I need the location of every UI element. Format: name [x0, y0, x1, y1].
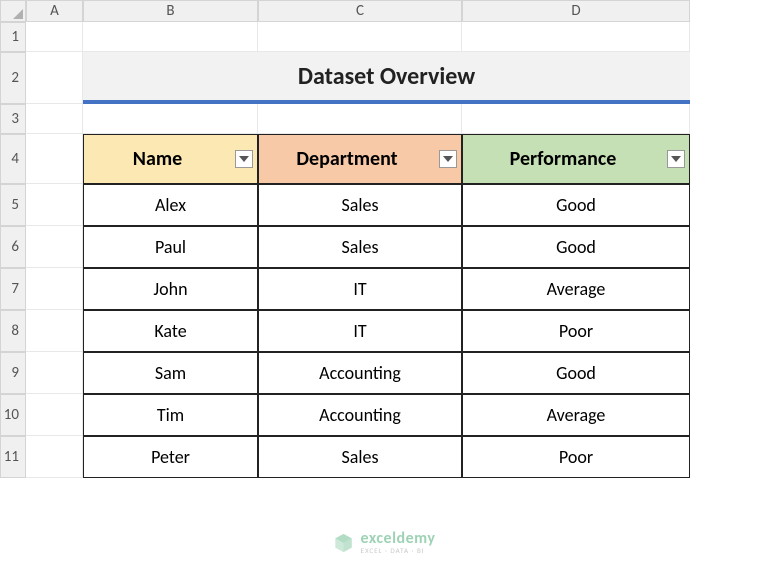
table-cell[interactable]: John [83, 268, 258, 310]
table-cell[interactable]: Average [462, 268, 690, 310]
watermark-main: exceldemy [361, 531, 436, 547]
cell[interactable] [26, 226, 83, 268]
cell[interactable] [83, 22, 258, 52]
table-cell[interactable]: Sam [83, 352, 258, 394]
chevron-down-icon [239, 156, 249, 162]
cell[interactable] [26, 268, 83, 310]
header-label: Department [296, 147, 397, 171]
table-cell[interactable]: Peter [83, 436, 258, 478]
table-cell[interactable]: Good [462, 226, 690, 268]
cell[interactable] [83, 104, 258, 134]
row-header-7[interactable]: 7 [0, 268, 26, 310]
row-header-6[interactable]: 6 [0, 226, 26, 268]
cell[interactable] [26, 310, 83, 352]
spreadsheet-grid: A B C D 1 2 3 4 5 6 7 8 9 10 11 Dataset … [0, 0, 690, 478]
cell[interactable] [26, 134, 83, 184]
table-cell[interactable]: Good [462, 352, 690, 394]
cell[interactable] [258, 22, 462, 52]
cell[interactable] [26, 436, 83, 478]
col-header-A[interactable]: A [26, 0, 83, 22]
cell[interactable] [258, 104, 462, 134]
filter-button-performance[interactable] [667, 150, 685, 168]
cell[interactable] [26, 352, 83, 394]
table-cell[interactable]: IT [258, 310, 462, 352]
col-header-B[interactable]: B [83, 0, 258, 22]
header-label: Name [133, 147, 182, 171]
table-cell[interactable]: Poor [462, 310, 690, 352]
table-cell[interactable]: Sales [258, 226, 462, 268]
chevron-down-icon [443, 156, 453, 162]
table-cell[interactable]: Tim [83, 394, 258, 436]
cell[interactable] [26, 104, 83, 134]
table-header-performance[interactable]: Performance [462, 134, 690, 184]
chevron-down-icon [671, 156, 681, 162]
table-header-department[interactable]: Department [258, 134, 462, 184]
cell[interactable] [26, 22, 83, 52]
table-cell[interactable]: Poor [462, 436, 690, 478]
table-header-name[interactable]: Name [83, 134, 258, 184]
watermark: exceldemy EXCEL · DATA · BI [333, 531, 436, 554]
cell[interactable] [26, 184, 83, 226]
row-header-8[interactable]: 8 [0, 310, 26, 352]
col-header-D[interactable]: D [462, 0, 690, 22]
row-header-3[interactable]: 3 [0, 104, 26, 134]
table-cell[interactable]: Kate [83, 310, 258, 352]
dataset-title[interactable]: Dataset Overview [83, 52, 690, 104]
row-header-1[interactable]: 1 [0, 22, 26, 52]
table-cell[interactable]: Paul [83, 226, 258, 268]
row-header-9[interactable]: 9 [0, 352, 26, 394]
cell[interactable] [26, 394, 83, 436]
table-cell[interactable]: Average [462, 394, 690, 436]
table-cell[interactable]: Accounting [258, 394, 462, 436]
select-all-corner[interactable] [0, 0, 26, 22]
table-cell[interactable]: Alex [83, 184, 258, 226]
table-cell[interactable]: Good [462, 184, 690, 226]
row-header-4[interactable]: 4 [0, 134, 26, 184]
table-cell[interactable]: IT [258, 268, 462, 310]
cell[interactable] [462, 104, 690, 134]
watermark-sub: EXCEL · DATA · BI [361, 547, 436, 554]
header-label: Performance [510, 147, 617, 171]
cell[interactable] [462, 22, 690, 52]
filter-button-department[interactable] [439, 150, 457, 168]
cell[interactable] [26, 52, 83, 104]
row-header-5[interactable]: 5 [0, 184, 26, 226]
table-cell[interactable]: Accounting [258, 352, 462, 394]
cube-icon [333, 532, 355, 554]
table-cell[interactable]: Sales [258, 436, 462, 478]
row-header-2[interactable]: 2 [0, 52, 26, 104]
row-header-10[interactable]: 10 [0, 394, 26, 436]
filter-button-name[interactable] [235, 150, 253, 168]
row-header-11[interactable]: 11 [0, 436, 26, 478]
table-cell[interactable]: Sales [258, 184, 462, 226]
col-header-C[interactable]: C [258, 0, 462, 22]
